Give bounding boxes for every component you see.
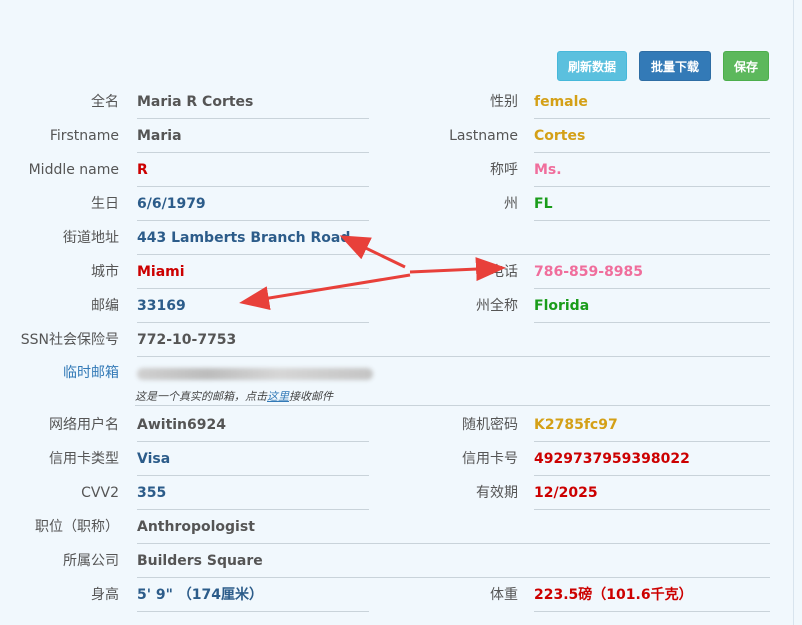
row-zip: 邮编 33169 州全称 Florida — [0, 289, 802, 323]
state-label: 州 — [504, 196, 518, 212]
city-value[interactable]: Miami — [137, 259, 369, 289]
save-button[interactable]: 保存 — [723, 51, 769, 81]
password-label: 随机密码 — [462, 417, 518, 433]
row-company: 所属公司 Builders Square — [0, 544, 802, 578]
city-label: 城市 — [91, 264, 119, 280]
temp-email-label[interactable]: 临时邮箱 — [63, 356, 119, 390]
batch-download-button[interactable]: 批量下载 — [639, 51, 711, 81]
row-temp-email: 临时邮箱 — [0, 356, 802, 390]
row-ssn: SSN社会保险号 772-10-7753 — [0, 323, 802, 357]
card-number-label: 信用卡号 — [462, 451, 518, 467]
row-city: 城市 Miami 电话 786-859-8985 — [0, 255, 802, 289]
card-type-value[interactable]: Visa — [137, 446, 369, 476]
row-birthday: 生日 6/6/1979 州 FL — [0, 187, 802, 221]
temp-email-value[interactable] — [137, 360, 770, 390]
height-label: 身高 — [91, 587, 119, 603]
email-note-suffix: 接收邮件 — [289, 390, 333, 403]
ssn-value[interactable]: 772-10-7753 — [137, 327, 770, 357]
email-note: 这是一个真实的邮箱，点击这里接收邮件 — [135, 388, 333, 404]
gender-value[interactable]: female — [534, 89, 770, 119]
row-fullname: 全名 Maria R Cortes 性别 female — [0, 85, 802, 119]
firstname-label: Firstname — [49, 128, 119, 144]
row-occupation: 职位（职称） Anthropologist — [0, 510, 802, 544]
cvv2-label: CVV2 — [81, 485, 119, 501]
row-cvv2: CVV2 355 有效期 12/2025 — [0, 476, 802, 510]
card-number-value[interactable]: 4929737959398022 — [534, 446, 770, 476]
weight-value[interactable]: 223.5磅（101.6千克） — [534, 582, 770, 612]
email-note-prefix: 这是一个真实的邮箱，点击 — [135, 390, 267, 403]
state-value[interactable]: FL — [534, 191, 770, 221]
street-value[interactable]: 443 Lamberts Branch Road — [137, 225, 770, 255]
occupation-value[interactable]: Anthropologist — [137, 514, 770, 544]
gender-label: 性别 — [490, 94, 518, 110]
company-label: 所属公司 — [63, 553, 119, 569]
expiry-label: 有效期 — [476, 485, 518, 501]
fullname-label: 全名 — [91, 94, 119, 110]
fullname-value[interactable]: Maria R Cortes — [137, 89, 369, 119]
row-middlename: Middle name R 称呼 Ms. — [0, 153, 802, 187]
phone-value[interactable]: 786-859-8985 — [534, 259, 770, 289]
birthday-value[interactable]: 6/6/1979 — [137, 191, 369, 221]
state-full-label: 州全称 — [476, 298, 518, 314]
row-username: 网络用户名 Awitin6924 随机密码 K2785fc97 — [0, 408, 802, 442]
middlename-value[interactable]: R — [137, 157, 369, 187]
ssn-label: SSN社会保险号 — [20, 332, 119, 348]
toolbar: 刷新数据 批量下载 保存 — [557, 51, 769, 81]
expiry-value[interactable]: 12/2025 — [534, 480, 770, 510]
row-card-type: 信用卡类型 Visa 信用卡号 4929737959398022 — [0, 442, 802, 476]
weight-label: 体重 — [490, 587, 518, 603]
row-height: 身高 5' 9" （174厘米） 体重 223.5磅（101.6千克） — [0, 578, 802, 612]
zip-value[interactable]: 33169 — [137, 293, 369, 323]
email-divider — [135, 405, 770, 406]
card-type-label: 信用卡类型 — [49, 451, 119, 467]
zip-label: 邮编 — [91, 298, 119, 314]
row-firstname: Firstname Maria Lastname Cortes — [0, 119, 802, 153]
street-label: 街道地址 — [63, 230, 119, 246]
row-street: 街道地址 443 Lamberts Branch Road — [0, 221, 802, 255]
title-value[interactable]: Ms. — [534, 157, 770, 187]
phone-label: 电话 — [490, 264, 518, 280]
state-full-value[interactable]: Florida — [534, 293, 770, 323]
password-value[interactable]: K2785fc97 — [534, 412, 770, 442]
middlename-label: Middle name — [28, 162, 119, 178]
username-label: 网络用户名 — [49, 417, 119, 433]
height-value[interactable]: 5' 9" （174厘米） — [137, 582, 369, 612]
receive-mail-link[interactable]: 这里 — [267, 390, 289, 403]
occupation-label: 职位（职称） — [35, 519, 119, 535]
birthday-label: 生日 — [91, 196, 119, 212]
username-value[interactable]: Awitin6924 — [137, 412, 369, 442]
company-value[interactable]: Builders Square — [137, 548, 770, 578]
lastname-value[interactable]: Cortes — [534, 123, 770, 153]
lastname-label: Lastname — [449, 128, 518, 144]
blurred-email — [137, 368, 373, 380]
refresh-data-button[interactable]: 刷新数据 — [557, 51, 627, 81]
title-label: 称呼 — [490, 162, 518, 178]
firstname-value[interactable]: Maria — [137, 123, 369, 153]
cvv2-value[interactable]: 355 — [137, 480, 369, 510]
